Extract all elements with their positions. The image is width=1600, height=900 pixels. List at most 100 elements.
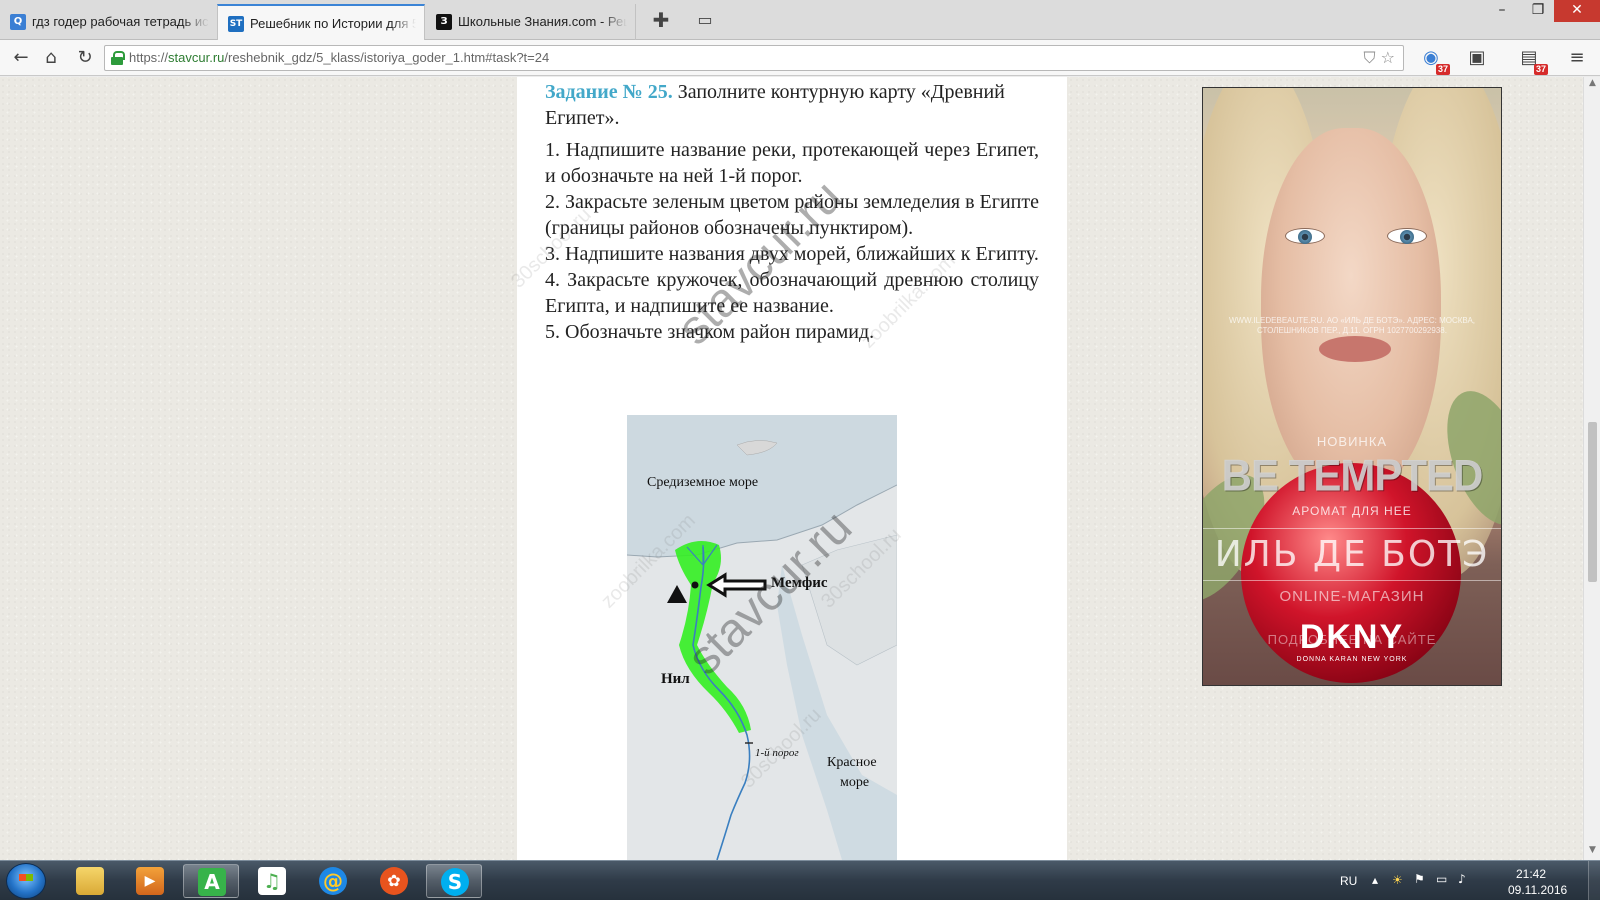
taskbar-app-skype[interactable]: S	[426, 864, 482, 898]
ad-headline: BE TEMPTED	[1221, 450, 1484, 501]
folder-icon	[76, 867, 104, 895]
chat-button[interactable]: ▣	[1464, 45, 1490, 71]
show-desktop-button[interactable]	[1588, 861, 1600, 900]
restore-button[interactable]: ❐	[1520, 0, 1556, 22]
url-text: https://stavcur.ru/reshebnik_gdz/5_klass…	[129, 50, 549, 65]
arrow-left-icon: ←	[13, 47, 29, 68]
tab-title: Решебник по Истории для 5 кл	[250, 16, 416, 31]
ad-brand: ИЛЬ ДЕ БОТЭ	[1214, 534, 1490, 575]
scroll-up-icon[interactable]: ▲	[1584, 78, 1600, 92]
task-heading: Задание № 25. Заполните контурную карту …	[545, 79, 1039, 131]
arrow-icon	[706, 572, 767, 598]
egypt-contour-map: Средиземное море Мемфис Нил 1-й порог Кр…	[627, 415, 897, 860]
hamburger-icon: ≡	[1569, 47, 1585, 68]
tray-expand-icon[interactable]: ▴	[1372, 873, 1378, 887]
new-tab-button[interactable]: ✚	[648, 8, 674, 34]
sinai-land	[801, 534, 897, 666]
znania-favicon-icon: З	[436, 14, 452, 30]
extension-badge: 37	[1435, 64, 1450, 75]
address-bar[interactable]: https://stavcur.ru/reshebnik_gdz/5_klass…	[104, 45, 1404, 71]
ad-lips	[1319, 336, 1391, 362]
scroll-down-icon[interactable]: ▼	[1584, 845, 1600, 859]
task-item: 4. Закрасьте кружочек, обозначающий древ…	[545, 269, 1039, 317]
skype-icon: S	[441, 868, 469, 896]
taskbar-app-mail[interactable]: @	[305, 864, 361, 898]
system-tray: RU ▴ ☀ ⚑ ▭ ♪ 21:42 09.11.2016	[1340, 861, 1600, 900]
play-icon: ▶	[136, 867, 164, 895]
label-cataract: 1-й порог	[755, 747, 799, 759]
tab-title: Школьные Знания.com - Решае	[458, 14, 627, 29]
pyramid-icon	[667, 585, 687, 603]
address-bar-icons: ⛉ ☆	[1364, 48, 1395, 68]
music-note-icon: ♫	[258, 867, 286, 895]
tabs-menu-button[interactable]: ▭	[692, 8, 718, 34]
letter-a-icon: A	[198, 868, 226, 896]
extension-button[interactable]: ◉ 37	[1418, 45, 1450, 75]
at-sign-icon: @	[319, 867, 347, 895]
advertisement-banner[interactable]: WWW.ILEDEBEAUTE.RU. АО «ИЛЬ ДЕ БОТЭ». АД…	[1202, 87, 1502, 686]
browser-toolbar: ← ⌂ ↻ https://stavcur.ru/reshebnik_gdz/5…	[0, 40, 1600, 76]
tab-title: гдз годер рабочая тетрадь истор	[32, 14, 209, 29]
back-button[interactable]: ←	[8, 45, 34, 71]
menu-button[interactable]: ≡	[1564, 45, 1590, 71]
ad-divider	[1203, 580, 1501, 581]
taskbar-app-itunes[interactable]: ♫	[244, 864, 300, 898]
task-number: Задание № 25.	[545, 81, 673, 103]
reader-button[interactable]: ▤ 37	[1516, 45, 1548, 75]
close-button[interactable]: ✕	[1554, 0, 1600, 22]
ad-online-shop: ONLINE-МАГАЗИН	[1279, 588, 1425, 605]
ad-label-new: НОВИНКА	[1316, 434, 1388, 449]
minimize-button[interactable]: –	[1484, 0, 1520, 22]
label-memphis: Мемфис	[771, 575, 828, 591]
ad-fine-print: WWW.ILEDEBEAUTE.RU. АО «ИЛЬ ДЕ БОТЭ». АД…	[1228, 316, 1476, 335]
search-favicon-icon: Q	[10, 14, 26, 30]
taskbar-app-explorer[interactable]	[62, 864, 118, 898]
clock-date[interactable]: 09.11.2016	[1508, 883, 1567, 897]
start-button[interactable]	[6, 863, 46, 899]
taskbar-app-media-player[interactable]: ▶	[122, 864, 178, 898]
taskbar-app-agent[interactable]: A	[183, 864, 239, 898]
task-block: Задание № 25. Заполните контурную карту …	[545, 79, 1039, 345]
task-item: 3. Надпишите названия двух морей, ближай…	[545, 243, 1039, 265]
url-host: stavcur.ru	[168, 50, 225, 65]
page-scrollbar[interactable]: ▲ ▼	[1583, 77, 1600, 860]
memphis-dot	[691, 581, 699, 589]
task-item: 1. Надпишите название реки, протекающей …	[545, 139, 1039, 187]
taskbar-app-media-center[interactable]: ✿	[366, 864, 422, 898]
home-button[interactable]: ⌂	[38, 45, 64, 71]
shield-icon[interactable]: ⛉	[1364, 48, 1376, 67]
scroll-thumb[interactable]	[1588, 422, 1597, 582]
film-reel-icon: ✿	[380, 867, 408, 895]
stavcur-favicon-icon: ST	[228, 16, 244, 32]
tab-stavcur[interactable]: ST Решебник по Истории для 5 кл	[217, 4, 425, 41]
clock-time[interactable]: 21:42	[1516, 867, 1546, 881]
url-scheme: https://	[129, 50, 169, 65]
reload-button[interactable]: ↻	[72, 45, 98, 71]
label-mediterranean: Средиземное море	[647, 475, 759, 490]
ad-subline: АРОМАТ ДЛЯ НЕЕ	[1292, 504, 1412, 518]
weather-icon[interactable]: ☀	[1392, 873, 1403, 887]
task-items: 1. Надпишите название реки, протекающей …	[545, 137, 1039, 345]
ad-eye-left	[1285, 228, 1325, 244]
page-viewport: Задание № 25. Заполните контурную карту …	[0, 77, 1583, 860]
task-item: 5. Обозначьте значком район пирамид.	[545, 321, 875, 343]
chat-bubble-icon: ▣	[1468, 47, 1486, 68]
ad-dkny-subtitle: DONNA KARAN NEW YORK	[1296, 656, 1408, 663]
network-icon[interactable]: ▭	[1436, 872, 1447, 886]
windows-taskbar: ▶ A ♫ @ ✿ S RU ▴ ☀ ⚑ ▭ ♪ 21:42 09.11.201…	[0, 860, 1600, 900]
star-icon[interactable]: ☆	[1381, 48, 1395, 67]
plus-icon: ✚	[652, 8, 670, 32]
flag-icon[interactable]: ⚑	[1414, 872, 1425, 886]
reload-icon: ↻	[77, 47, 93, 68]
lock-icon	[111, 51, 125, 65]
label-red-sea-2: море	[840, 775, 870, 790]
tab-strip: Q гдз годер рабочая тетрадь истор ST Реш…	[0, 0, 1600, 41]
home-icon: ⌂	[45, 47, 57, 68]
language-indicator[interactable]: RU	[1340, 874, 1357, 888]
tabs-list-icon: ▭	[697, 10, 713, 29]
volume-icon[interactable]: ♪	[1458, 872, 1466, 886]
tab-znania[interactable]: З Школьные Знания.com - Решае	[426, 4, 636, 40]
label-nile: Нил	[661, 671, 690, 687]
tab-search[interactable]: Q гдз годер рабочая тетрадь истор	[0, 4, 218, 40]
ad-divider	[1203, 528, 1501, 529]
